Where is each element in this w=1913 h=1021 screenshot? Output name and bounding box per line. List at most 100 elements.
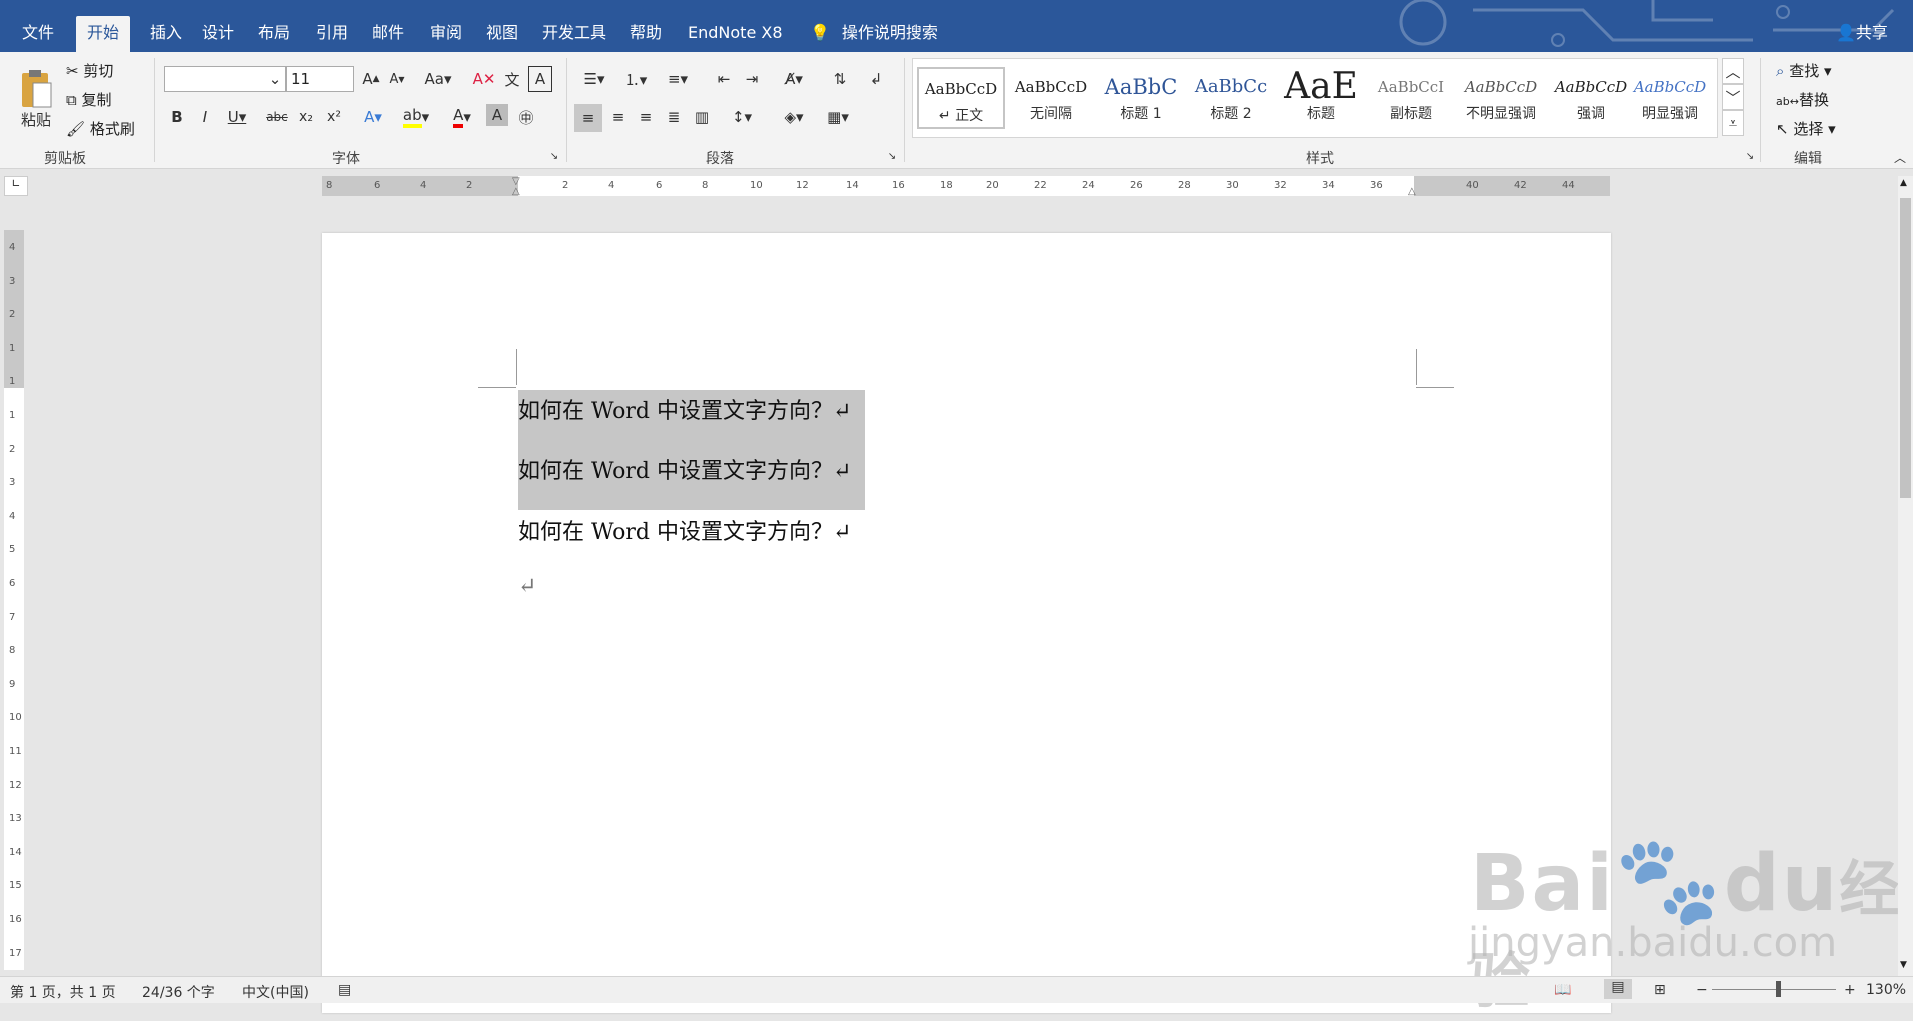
- document-page[interactable]: [322, 233, 1611, 1013]
- style-subtle-emphasis[interactable]: AaBbCcD 不明显强调: [1457, 67, 1545, 129]
- tab-view[interactable]: 视图: [476, 16, 528, 52]
- show-marks-icon[interactable]: ↲: [864, 66, 888, 92]
- find-button[interactable]: ⌕ 查找 ▾: [1776, 60, 1832, 81]
- ruler-tick-label: 2: [562, 180, 569, 191]
- horizontal-ruler[interactable]: 8 6 4 2 2 4 6 8 10 12 14 16 18 20 22 24 26 28 30 32 34 36 40 42…: [322, 176, 1610, 197]
- cut-button[interactable]: ✂ 剪切: [66, 60, 113, 81]
- gallery-more-icon[interactable]: ⩡: [1722, 110, 1744, 136]
- style-no-spacing[interactable]: AaBbCcD 无间隔: [1007, 67, 1095, 129]
- scroll-up-icon[interactable]: ▲: [1900, 178, 1907, 188]
- style-intense-emphasis[interactable]: AaBbCcD 明显强调: [1627, 67, 1713, 129]
- align-right-icon[interactable]: ≡: [634, 104, 658, 130]
- font-color-icon[interactable]: A ▾: [444, 104, 480, 130]
- style-title[interactable]: AaE 标题: [1277, 67, 1365, 129]
- word-count[interactable]: 24/36 个字: [142, 982, 215, 1002]
- font-size-combo[interactable]: 11: [286, 66, 354, 92]
- change-case-button[interactable]: Aa ▾: [420, 66, 456, 92]
- tab-review[interactable]: 审阅: [420, 16, 472, 52]
- format-painter-button[interactable]: 🖌 格式刷: [66, 118, 135, 139]
- language[interactable]: 中文(中国): [242, 982, 309, 1002]
- style-heading-1[interactable]: AaBbC 标题 1: [1097, 67, 1185, 129]
- text-effects-icon[interactable]: A▾: [356, 104, 390, 130]
- vertical-scrollbar[interactable]: ▲ ▼: [1898, 176, 1913, 976]
- tab-file[interactable]: 文件: [12, 16, 64, 52]
- tab-developer[interactable]: 开发工具: [532, 16, 616, 52]
- page-count[interactable]: 第 1 页，共 1 页: [10, 982, 116, 1002]
- styles-gallery: AaBbCcD ↵ 正文 AaBbCcD 无间隔 AaBbC 标题 1 AaBbCc 标…: [912, 58, 1718, 138]
- tab-design[interactable]: 设计: [192, 16, 244, 52]
- tab-selector-icon[interactable]: ∟: [4, 176, 28, 196]
- numbering-icon[interactable]: ⒈▾: [618, 66, 654, 92]
- style-emphasis[interactable]: AaBbCcD 强调: [1547, 67, 1635, 129]
- distributed-icon[interactable]: ▥: [690, 104, 714, 130]
- gallery-down-icon[interactable]: ﹀: [1722, 84, 1744, 110]
- hanging-indent-marker[interactable]: △: [512, 186, 520, 197]
- italic-icon[interactable]: I: [194, 104, 216, 130]
- align-center-icon[interactable]: ≡: [606, 104, 630, 130]
- tell-me-search[interactable]: 💡 操作说明搜索: [800, 16, 948, 52]
- bold-icon[interactable]: B: [166, 104, 188, 130]
- document-paragraph[interactable]: 如何在 Word 中设置文字方向？↵: [518, 453, 851, 485]
- document-paragraph[interactable]: 如何在 Word 中设置文字方向？↵: [518, 393, 851, 425]
- shrink-font-icon[interactable]: A ▼: [386, 66, 408, 92]
- align-left-icon[interactable]: ≡: [574, 104, 602, 132]
- scrollbar-thumb[interactable]: [1900, 198, 1911, 498]
- dialog-launcher-icon[interactable]: ↘: [548, 150, 560, 162]
- character-border-icon[interactable]: A: [528, 66, 552, 92]
- bullets-icon[interactable]: ☰▾: [576, 66, 612, 92]
- dialog-launcher-icon[interactable]: ↘: [1744, 150, 1756, 162]
- web-layout-icon[interactable]: ⊞: [1654, 982, 1666, 998]
- tab-layout[interactable]: 布局: [248, 16, 300, 52]
- zoom-slider[interactable]: [1712, 989, 1836, 990]
- grow-font-icon[interactable]: A ▲: [360, 66, 382, 92]
- enclose-characters-icon[interactable]: ㊥: [514, 104, 538, 130]
- line-spacing-icon[interactable]: ↕▾: [724, 104, 760, 130]
- strikethrough-icon[interactable]: abc: [262, 104, 292, 130]
- borders-icon[interactable]: ▦▾: [820, 104, 856, 130]
- macro-record-icon[interactable]: ▤: [338, 982, 351, 998]
- tab-endnote[interactable]: EndNote X8: [678, 16, 793, 52]
- tab-mailings[interactable]: 邮件: [362, 16, 414, 52]
- character-shading-icon[interactable]: A: [486, 104, 508, 126]
- tab-insert[interactable]: 插入: [140, 16, 192, 52]
- right-indent-marker[interactable]: △: [1408, 186, 1416, 197]
- underline-icon[interactable]: U▾: [222, 104, 252, 130]
- gallery-up-icon[interactable]: ︿: [1722, 58, 1744, 84]
- zoom-level[interactable]: 130%: [1866, 982, 1906, 998]
- copy-button[interactable]: ⧉ 复制: [66, 89, 112, 110]
- justify-icon[interactable]: ≣: [662, 104, 686, 130]
- style-heading-2[interactable]: AaBbCc 标题 2: [1187, 67, 1275, 129]
- phonetic-guide-icon[interactable]: 文: [500, 66, 524, 92]
- tab-help[interactable]: 帮助: [620, 16, 672, 52]
- tab-references[interactable]: 引用: [306, 16, 358, 52]
- print-layout-icon[interactable]: ▤: [1604, 979, 1632, 999]
- document-paragraph-empty[interactable]: ↵: [518, 574, 536, 599]
- select-button[interactable]: ↖ 选择 ▾: [1776, 118, 1836, 139]
- scroll-down-icon[interactable]: ▼: [1900, 960, 1907, 970]
- multilevel-list-icon[interactable]: ≡▾: [660, 66, 696, 92]
- subscript-icon[interactable]: x₂: [294, 104, 318, 130]
- clear-formatting-icon[interactable]: A✕: [472, 66, 496, 92]
- document-paragraph[interactable]: 如何在 Word 中设置文字方向？↵: [518, 514, 851, 546]
- style-name: 无间隔: [1030, 106, 1072, 122]
- read-mode-icon[interactable]: 📖: [1554, 982, 1571, 998]
- text-direction-icon[interactable]: A̸▾: [776, 66, 812, 92]
- highlight-icon[interactable]: ab ▾: [398, 104, 434, 130]
- zoom-slider-thumb[interactable]: [1776, 981, 1781, 997]
- superscript-icon[interactable]: x²: [322, 104, 346, 130]
- style-subtitle[interactable]: AaBbCcI 副标题: [1367, 67, 1455, 129]
- zoom-out-icon[interactable]: −: [1696, 982, 1708, 998]
- tab-home[interactable]: 开始: [76, 16, 130, 52]
- chevron-down-icon[interactable]: ⌄: [264, 66, 286, 92]
- share-button[interactable]: 👤共享: [1826, 16, 1898, 52]
- increase-indent-icon[interactable]: ⇥: [740, 66, 764, 92]
- shading-icon[interactable]: ◈▾: [776, 104, 812, 130]
- zoom-in-icon[interactable]: +: [1844, 982, 1856, 998]
- sort-icon[interactable]: ⇅: [828, 66, 852, 92]
- replace-button[interactable]: ab↔替换: [1776, 89, 1829, 110]
- collapse-ribbon-icon[interactable]: ︿: [1892, 150, 1908, 165]
- paste-button[interactable]: 粘贴: [14, 60, 58, 138]
- decrease-indent-icon[interactable]: ⇤: [712, 66, 736, 92]
- dialog-launcher-icon[interactable]: ↘: [886, 150, 898, 162]
- style-normal[interactable]: AaBbCcD ↵ 正文: [917, 67, 1005, 129]
